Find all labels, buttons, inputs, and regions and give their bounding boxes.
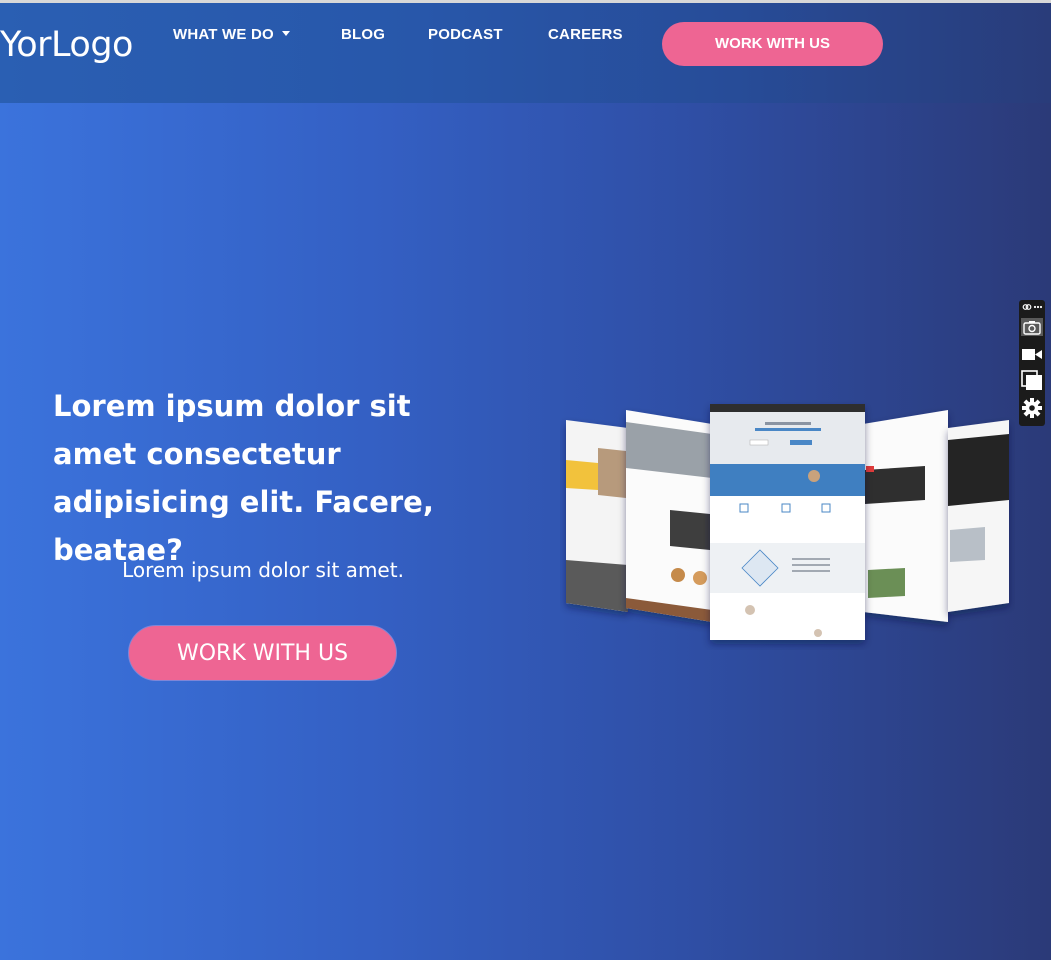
hero-work-with-us-button[interactable]: WORK WITH US bbox=[128, 625, 397, 681]
header-work-with-us-button[interactable]: WORK WITH US bbox=[662, 22, 883, 66]
mockup-page-center bbox=[710, 404, 865, 640]
website-mockups-illustration bbox=[566, 404, 1009, 640]
nav-what-we-do-label: WHAT WE DO bbox=[173, 26, 274, 43]
site-logo[interactable]: YorLogo bbox=[0, 25, 133, 65]
video-icon[interactable] bbox=[1021, 343, 1043, 365]
copy-icon[interactable] bbox=[1021, 369, 1043, 391]
caret-down-icon bbox=[281, 31, 290, 36]
hero-subheading: Lorem ipsum dolor sit amet. bbox=[122, 558, 404, 582]
mockup-page-right bbox=[863, 410, 948, 622]
floating-capture-toolbar bbox=[1019, 300, 1045, 426]
nav-careers[interactable]: CAREERS bbox=[548, 26, 623, 43]
mockup-page-far-right bbox=[948, 420, 1009, 612]
mockup-page-far-left bbox=[566, 420, 628, 612]
nav-podcast[interactable]: PODCAST bbox=[428, 26, 503, 43]
settings-icon[interactable] bbox=[1021, 397, 1043, 419]
link-icon[interactable] bbox=[1022, 302, 1032, 312]
more-icon[interactable] bbox=[1033, 302, 1043, 312]
nav-blog[interactable]: BLOG bbox=[341, 26, 385, 43]
mockup-page-left bbox=[626, 410, 712, 622]
site-header: YorLogo WHAT WE DO BLOG PODCAST CAREERS … bbox=[0, 3, 1051, 103]
nav-what-we-do[interactable]: WHAT WE DO bbox=[173, 26, 290, 43]
hero-heading: Lorem ipsum dolor sit amet consectetur a… bbox=[53, 389, 434, 567]
camera-icon[interactable] bbox=[1021, 316, 1043, 338]
